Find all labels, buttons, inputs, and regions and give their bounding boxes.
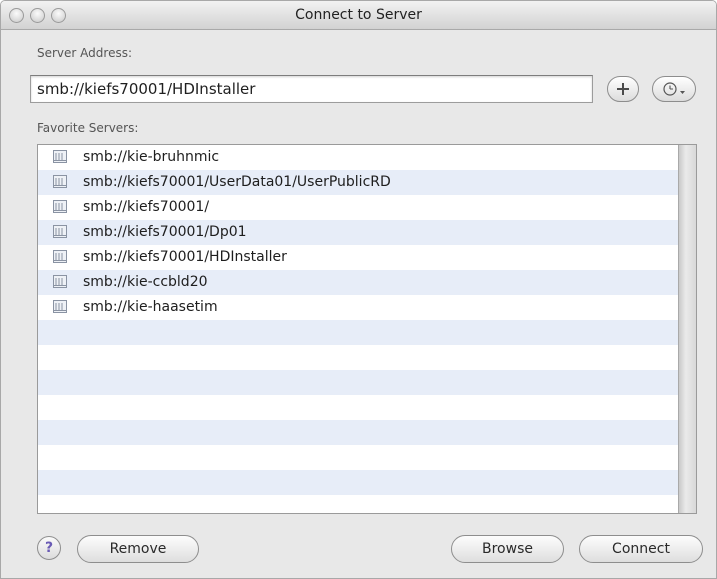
empty-row <box>38 345 679 370</box>
empty-row <box>38 370 679 395</box>
browse-button-label: Browse <box>482 541 533 557</box>
favorite-server-address: smb://kie-haasetim <box>83 299 218 315</box>
favorite-servers-list: smb://kie-bruhnmic smb://kiefs70001/User… <box>37 144 697 514</box>
server-icon <box>53 150 67 163</box>
favorite-server-address: smb://kiefs70001/UserData01/UserPublicRD <box>83 174 391 190</box>
favorite-server-address: smb://kiefs70001/Dp01 <box>83 224 247 240</box>
empty-row <box>38 320 679 345</box>
server-address-input[interactable] <box>30 75 593 103</box>
connect-button[interactable]: Connect <box>579 535 703 563</box>
server-icon <box>53 200 67 213</box>
window-title: Connect to Server <box>295 7 422 23</box>
favorite-server-row[interactable]: smb://kie-haasetim <box>38 295 679 320</box>
favorite-servers-label: Favorite Servers: <box>37 121 139 135</box>
list-scrollbar[interactable] <box>678 145 696 513</box>
favorite-server-address: smb://kiefs70001/ <box>83 199 210 215</box>
favorite-servers-rows: smb://kie-bruhnmic smb://kiefs70001/User… <box>38 145 679 513</box>
remove-button[interactable]: Remove <box>77 535 199 563</box>
server-icon <box>53 225 67 238</box>
server-icon <box>53 250 67 263</box>
favorite-server-row[interactable]: smb://kiefs70001/HDInstaller <box>38 245 679 270</box>
server-icon <box>53 275 67 288</box>
connect-button-label: Connect <box>612 541 670 557</box>
add-favorite-button[interactable] <box>607 76 639 102</box>
server-address-label: Server Address: <box>37 46 132 60</box>
help-button[interactable]: ? <box>37 536 61 560</box>
empty-row <box>38 495 679 513</box>
favorite-server-address: smb://kiefs70001/HDInstaller <box>83 249 287 265</box>
plus-icon <box>617 83 629 95</box>
empty-row <box>38 420 679 445</box>
favorite-server-row[interactable]: smb://kiefs70001/ <box>38 195 679 220</box>
empty-row <box>38 445 679 470</box>
favorite-server-row[interactable]: smb://kiefs70001/UserData01/UserPublicRD <box>38 170 679 195</box>
question-mark-icon: ? <box>44 540 54 556</box>
clock-dropdown-icon <box>663 82 685 96</box>
favorite-server-row[interactable]: smb://kie-bruhnmic <box>38 145 679 170</box>
server-icon <box>53 300 67 313</box>
browse-button[interactable]: Browse <box>451 535 564 563</box>
empty-row <box>38 395 679 420</box>
favorite-server-address: smb://kie-bruhnmic <box>83 149 220 165</box>
favorite-server-row[interactable]: smb://kie-ccbld20 <box>38 270 679 295</box>
connect-to-server-window: Connect to Server Server Address: Favori… <box>0 0 717 579</box>
server-icon <box>53 175 67 188</box>
favorite-server-address: smb://kie-ccbld20 <box>83 274 208 290</box>
title-bar: Connect to Server <box>1 1 716 30</box>
favorite-server-row[interactable]: smb://kiefs70001/Dp01 <box>38 220 679 245</box>
remove-button-label: Remove <box>109 541 167 557</box>
empty-row <box>38 470 679 495</box>
recent-servers-button[interactable] <box>652 76 696 102</box>
